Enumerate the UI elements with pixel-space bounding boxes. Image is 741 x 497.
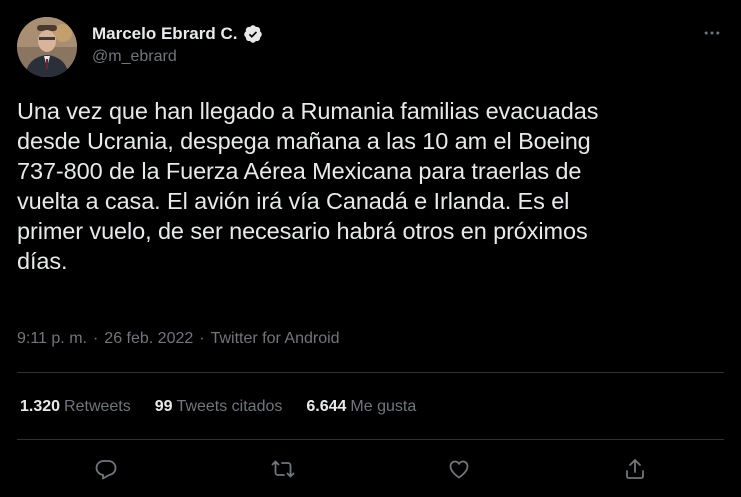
share-icon — [626, 459, 644, 479]
divider — [17, 439, 724, 440]
action-bar — [17, 454, 724, 484]
author-info: Marcelo Ebrard C. @m_ebrard — [92, 23, 263, 66]
quotes-stat[interactable]: 99 Tweets citados — [155, 398, 283, 416]
like-button[interactable] — [444, 454, 474, 484]
retweet-button[interactable] — [268, 454, 298, 484]
share-button[interactable] — [620, 454, 650, 484]
engagement-stats: 1.320 Retweets 99 Tweets citados 6.644 M… — [20, 398, 416, 416]
tweet-detail: Marcelo Ebrard C. @m_ebrard Una vez que … — [0, 0, 741, 497]
avatar[interactable] — [17, 17, 77, 77]
tweet-date[interactable]: 26 feb. 2022 — [104, 330, 193, 347]
name-row: Marcelo Ebrard C. — [92, 23, 263, 45]
more-options-icon[interactable] — [700, 23, 724, 43]
tweet-header: Marcelo Ebrard C. @m_ebrard — [17, 17, 724, 77]
likes-stat[interactable]: 6.644 Me gusta — [306, 398, 416, 416]
profile-photo-icon — [17, 17, 77, 77]
reply-button[interactable] — [91, 454, 121, 484]
retweet-icon — [271, 460, 295, 478]
display-name[interactable]: Marcelo Ebrard C. — [92, 24, 238, 44]
tweet-text: Una vez que han llegado a Rumania famili… — [17, 98, 599, 274]
likes-label: Me gusta — [350, 398, 417, 415]
tweet-source[interactable]: Twitter for Android — [211, 330, 340, 347]
meta-separator: · — [92, 330, 99, 347]
likes-count: 6.644 — [306, 398, 347, 415]
meta-separator: · — [199, 330, 205, 347]
retweets-stat[interactable]: 1.320 Retweets — [20, 398, 131, 416]
reply-icon — [95, 460, 117, 480]
divider — [17, 372, 724, 373]
quotes-label: Tweets citados — [176, 398, 283, 415]
like-icon — [449, 460, 469, 479]
handle[interactable]: @m_ebrard — [92, 48, 263, 66]
tweet-meta: 9:11 p. m. · 26 feb. 2022 · Twitter for Andr… — [17, 330, 340, 348]
tweet-time[interactable]: 9:11 p. m. — [17, 330, 87, 347]
retweets-count: 1.320 — [20, 398, 61, 415]
retweets-label: Retweets — [64, 398, 131, 415]
verified-badge-icon — [243, 24, 263, 44]
quotes-count: 99 — [154, 398, 173, 415]
